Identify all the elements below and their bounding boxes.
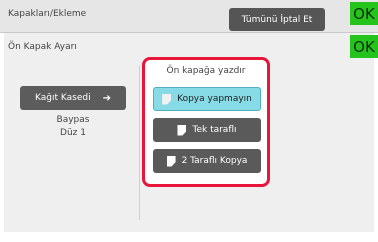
option-label: Tek taraflı — [192, 125, 237, 135]
paper-tray-label: Kağıt Kasedi — [35, 93, 91, 103]
paper-source: Baypas — [56, 115, 90, 125]
section-title: Ön Kapak Ayarı — [8, 42, 77, 52]
paper-tray-button[interactable]: Kağıt Kasedi ➔ — [20, 86, 126, 110]
option-one-sided[interactable]: Tek taraflı — [153, 118, 261, 142]
ok-button[interactable]: OK — [350, 2, 378, 25]
option-no-copy[interactable]: Kopya yapmayın — [153, 87, 261, 111]
arrow-right-icon: ➔ — [102, 92, 111, 104]
option-label: 2 Taraflı Kopya — [181, 156, 248, 166]
option-label: Kopya yapmayın — [177, 94, 252, 104]
page-title: Kapakları/Ekleme — [8, 9, 87, 19]
page-icon — [166, 155, 176, 167]
panel-ok-button[interactable]: OK — [350, 35, 378, 58]
page-icon — [162, 93, 172, 105]
option-two-sided[interactable]: 2 Taraflı Kopya — [153, 149, 261, 173]
cancel-all-button[interactable]: Tümünü İptal Et — [229, 8, 325, 31]
paper-type: Düz 1 — [60, 128, 86, 138]
divider — [139, 65, 140, 220]
print-on-cover-heading: Ön kapağa yazdır — [166, 66, 246, 76]
page-icon — [177, 124, 187, 136]
